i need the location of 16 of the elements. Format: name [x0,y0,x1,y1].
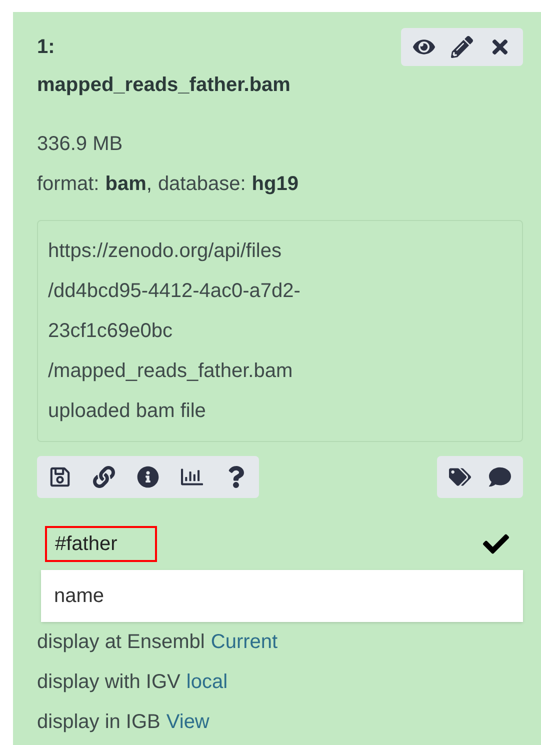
display-label: display in IGB [37,710,160,735]
display-link[interactable]: local [186,662,228,702]
display-label: display with IGV [37,670,180,695]
format-label: format: [37,172,100,197]
display-link[interactable]: Current [210,622,278,662]
display-link[interactable]: View [166,702,210,742]
format-value: bam, [105,172,152,197]
dataset-title[interactable]: 1: mapped_reads_father.bam [37,28,309,104]
display-label: display at Ensembl [37,630,205,655]
tag-input-field[interactable]: #father [45,526,157,562]
database-value: hg19 [252,172,298,197]
database-label: database: [158,172,246,197]
file-info: uploaded bam file [48,399,207,424]
separator-comma: , [146,173,152,195]
autocomplete-option[interactable]: name [41,570,523,622]
dataset-size: 336.9 MB [37,132,124,157]
